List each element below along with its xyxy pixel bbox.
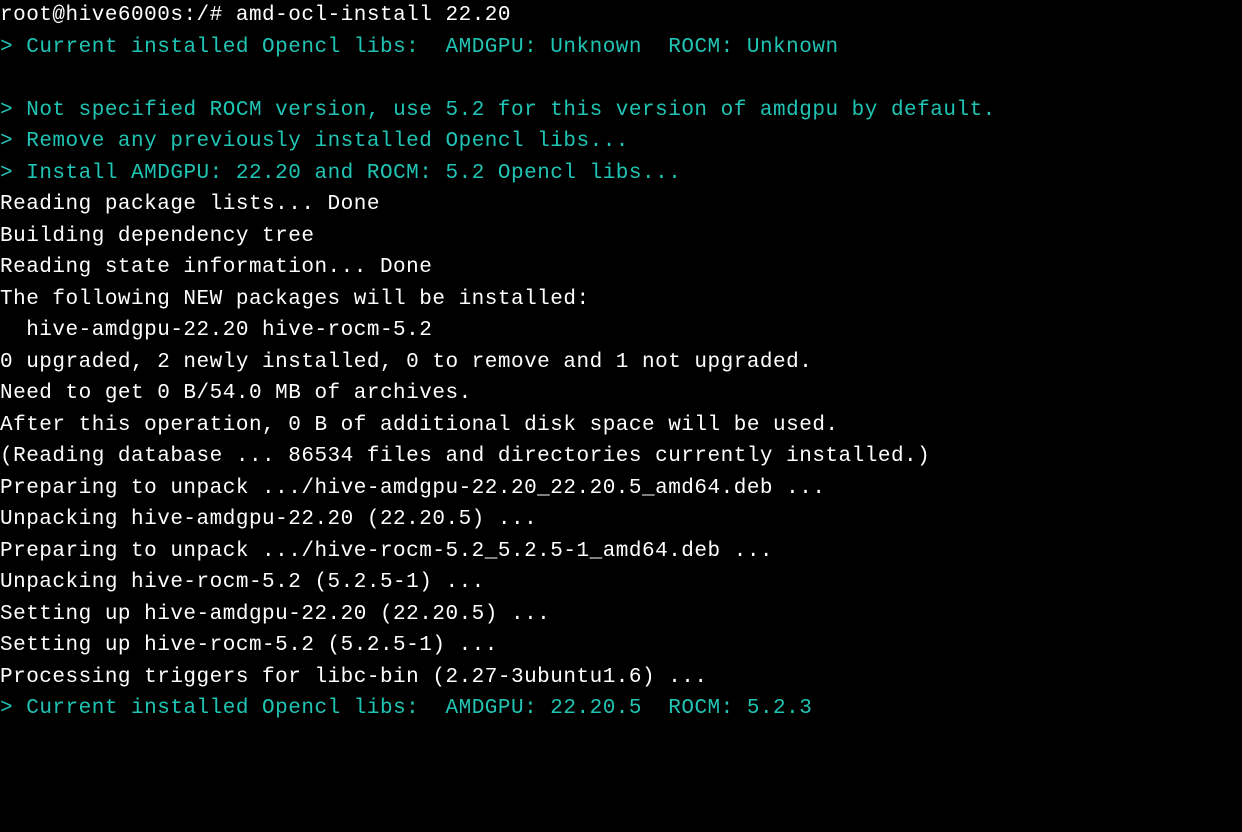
output-marker: > xyxy=(0,36,26,59)
output-marker: > xyxy=(0,99,26,122)
prompt-line: root@hive6000s:/# amd-ocl-install 22.20 xyxy=(0,0,1242,32)
apt-output-line: The following NEW packages will be insta… xyxy=(0,284,1242,316)
output-text: Current installed Opencl libs: xyxy=(26,697,445,720)
output-line: > Current installed Opencl libs: AMDGPU:… xyxy=(0,32,1242,64)
output-line: > Current installed Opencl libs: AMDGPU:… xyxy=(0,693,1242,725)
rocm-status: ROCM: 5.2.3 xyxy=(668,697,812,720)
amdgpu-status: AMDGPU: Unknown xyxy=(445,36,668,59)
rocm-status: ROCM: Unknown xyxy=(668,36,838,59)
apt-output-line: Reading state information... Done xyxy=(0,252,1242,284)
apt-output-line: Unpacking hive-amdgpu-22.20 (22.20.5) ..… xyxy=(0,504,1242,536)
apt-output-line: Preparing to unpack .../hive-rocm-5.2_5.… xyxy=(0,536,1242,568)
output-line: > Remove any previously installed Opencl… xyxy=(0,126,1242,158)
prompt-command: amd-ocl-install 22.20 xyxy=(223,4,511,27)
apt-output-line: hive-amdgpu-22.20 hive-rocm-5.2 xyxy=(0,315,1242,347)
terminal-output[interactable]: root@hive6000s:/# amd-ocl-install 22.20>… xyxy=(0,0,1242,725)
output-line: > Install AMDGPU: 22.20 and ROCM: 5.2 Op… xyxy=(0,158,1242,190)
blank-line xyxy=(0,63,1242,95)
output-line: > Not specified ROCM version, use 5.2 fo… xyxy=(0,95,1242,127)
output-text: Remove any previously installed Opencl l… xyxy=(26,130,629,153)
apt-output-line: Setting up hive-rocm-5.2 (5.2.5-1) ... xyxy=(0,630,1242,662)
apt-output-line: Unpacking hive-rocm-5.2 (5.2.5-1) ... xyxy=(0,567,1242,599)
output-marker: > xyxy=(0,130,26,153)
output-text: Current installed Opencl libs: xyxy=(26,36,445,59)
prompt-userhost: root@hive6000s xyxy=(0,4,183,27)
output-text: Not specified ROCM version, use 5.2 for … xyxy=(26,99,996,122)
output-marker: > xyxy=(0,162,26,185)
output-marker: > xyxy=(0,697,26,720)
apt-output-line: Reading package lists... Done xyxy=(0,189,1242,221)
apt-output-line: Preparing to unpack .../hive-amdgpu-22.2… xyxy=(0,473,1242,505)
apt-output-line: Need to get 0 B/54.0 MB of archives. xyxy=(0,378,1242,410)
output-text: Install AMDGPU: 22.20 and ROCM: 5.2 Open… xyxy=(26,162,681,185)
apt-output-line: 0 upgraded, 2 newly installed, 0 to remo… xyxy=(0,347,1242,379)
apt-output-line: (Reading database ... 86534 files and di… xyxy=(0,441,1242,473)
amdgpu-status: AMDGPU: 22.20.5 xyxy=(445,697,668,720)
apt-output-line: Processing triggers for libc-bin (2.27-3… xyxy=(0,662,1242,694)
apt-output-line: Setting up hive-amdgpu-22.20 (22.20.5) .… xyxy=(0,599,1242,631)
apt-output-line: Building dependency tree xyxy=(0,221,1242,253)
prompt-path: :/# xyxy=(183,4,222,27)
apt-output-line: After this operation, 0 B of additional … xyxy=(0,410,1242,442)
